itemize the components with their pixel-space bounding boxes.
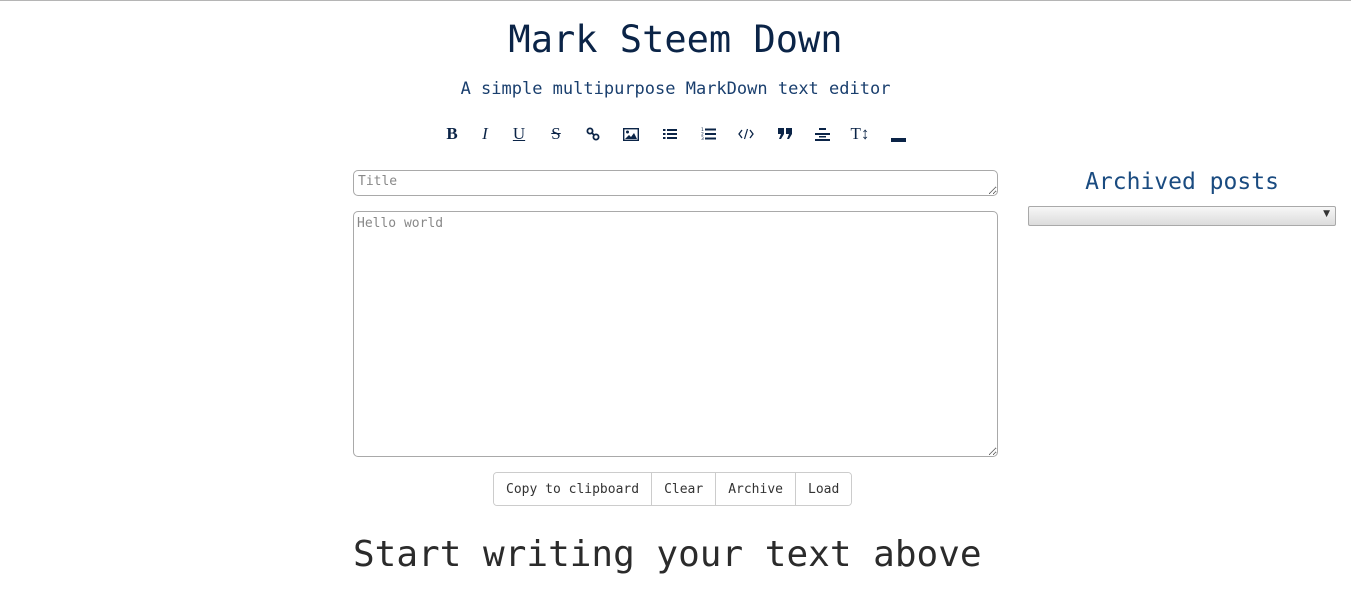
list-ul-icon [663,129,677,139]
code-icon [738,128,754,140]
quote-button[interactable] [770,121,800,147]
horizontal-rule-icon [890,138,906,142]
code-button[interactable] [731,121,761,147]
body-textarea[interactable] [353,211,998,457]
clear-button[interactable]: Clear [652,473,717,505]
center-align-button[interactable] [807,121,837,147]
strikethrough-icon: S [551,124,561,143]
italic-icon: I [482,124,488,143]
italic-button[interactable]: I [470,121,500,147]
title-input[interactable] [353,170,998,196]
archive-button[interactable]: Archive [716,473,796,505]
underline-button[interactable]: U [504,121,534,147]
action-button-group: Copy to clipboard Clear Archive Load [493,472,853,506]
bulleted-list-button[interactable] [655,121,685,147]
horizontal-rule-button[interactable] [883,121,913,147]
app-subtitle: A simple multipurpose MarkDown text edit… [460,79,891,99]
copy-to-clipboard-button[interactable]: Copy to clipboard [494,473,653,505]
quote-icon [778,128,792,139]
link-icon [586,127,600,141]
bold-button[interactable]: B [437,121,467,147]
text-size-button[interactable]: T↕ [845,121,875,147]
app-title: Mark Steem Down [508,18,843,61]
text-size-icon: T↕ [850,124,870,143]
strikethrough-button[interactable]: S [541,121,571,147]
preview-output: Start writing your text above [353,534,982,575]
load-button[interactable]: Load [796,473,852,505]
link-button[interactable] [578,121,608,147]
bold-icon: B [446,124,458,143]
image-button[interactable] [616,121,646,147]
image-icon [623,127,639,141]
align-center-icon [814,127,830,141]
archived-posts-select[interactable]: ▼ [1028,206,1336,226]
numbered-list-button[interactable]: 1 2 3 [693,121,723,147]
chevron-down-icon: ▼ [1323,209,1330,219]
svg-text:3: 3 [701,136,704,141]
list-ol-icon: 1 2 3 [701,127,716,141]
archived-posts-heading: Archived posts [1085,169,1279,195]
underline-icon: U [512,124,526,143]
